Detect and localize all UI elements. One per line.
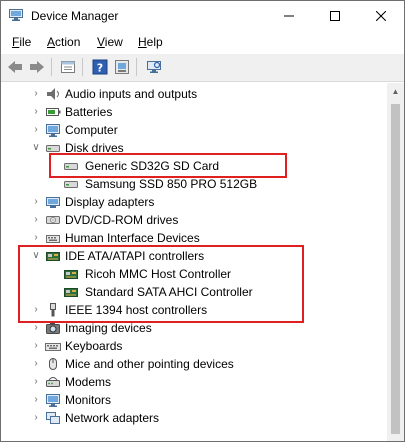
update-driver-button[interactable] bbox=[113, 58, 131, 76]
properties-icon bbox=[61, 61, 75, 73]
tree-item-modems[interactable]: › Modems bbox=[1, 373, 387, 391]
tree-item-label: DVD/CD-ROM drives bbox=[65, 213, 179, 227]
device-manager-window: Device Manager File Action View Help ? ›… bbox=[0, 0, 405, 442]
device-tree[interactable]: › Audio inputs and outputs › Batteries ›… bbox=[1, 83, 387, 441]
highlight-box-sd-card bbox=[49, 153, 287, 178]
tree-item-dvd-drives[interactable]: › DVD/CD-ROM drives bbox=[1, 211, 387, 229]
keyboard-icon bbox=[45, 343, 61, 351]
tree-item-batteries[interactable]: › Batteries bbox=[1, 103, 387, 121]
tree-item-monitors[interactable]: › Monitors bbox=[1, 391, 387, 409]
close-icon bbox=[376, 11, 386, 21]
tree-item-label: Imaging devices bbox=[65, 321, 152, 335]
menu-action-rest: ction bbox=[55, 35, 81, 49]
chevron-right-icon[interactable]: › bbox=[31, 88, 41, 100]
monitor-icon bbox=[46, 394, 60, 407]
computer-icon bbox=[46, 124, 60, 137]
chevron-right-icon[interactable]: › bbox=[31, 340, 41, 352]
svg-text:?: ? bbox=[97, 62, 103, 75]
mouse-icon bbox=[49, 358, 57, 370]
display-icon bbox=[46, 197, 60, 208]
chevron-right-icon[interactable]: › bbox=[31, 412, 41, 424]
chevron-right-icon[interactable]: › bbox=[31, 394, 41, 406]
chevron-right-icon[interactable]: › bbox=[31, 214, 41, 226]
tree-item-mice[interactable]: › Mice and other pointing devices bbox=[1, 355, 387, 373]
battery-icon bbox=[46, 108, 61, 116]
maximize-button[interactable] bbox=[312, 1, 358, 31]
tree-item-label: Network adapters bbox=[65, 411, 160, 425]
toolbar-separator bbox=[51, 58, 52, 76]
menu-file[interactable]: File bbox=[11, 35, 32, 49]
tree-item-label: Keyboards bbox=[65, 339, 123, 353]
tree-item-keyboards[interactable]: › Keyboards bbox=[1, 337, 387, 355]
forward-button[interactable] bbox=[28, 58, 46, 76]
tree-item-display-adapters[interactable]: › Display adapters bbox=[1, 193, 387, 211]
dvd-icon bbox=[46, 216, 60, 224]
hid-icon bbox=[46, 235, 60, 243]
update-driver-icon bbox=[115, 60, 129, 74]
scroll-up-arrow-icon[interactable]: ▲ bbox=[387, 83, 404, 100]
toolbar-separator bbox=[82, 58, 83, 76]
chevron-right-icon[interactable]: › bbox=[31, 376, 41, 388]
tree-item-label: Batteries bbox=[65, 105, 113, 119]
back-button[interactable] bbox=[6, 58, 24, 76]
highlight-box-ide-controllers bbox=[18, 245, 304, 323]
close-button[interactable] bbox=[358, 1, 404, 31]
menu-help[interactable]: Help bbox=[137, 35, 164, 49]
menu-help-mnemonic: H bbox=[138, 35, 147, 49]
network-icon bbox=[46, 412, 60, 424]
vertical-scrollbar[interactable]: ▲ bbox=[387, 83, 404, 441]
toolbar-separator bbox=[136, 58, 137, 76]
help-button[interactable]: ? bbox=[91, 58, 109, 76]
help-icon: ? bbox=[92, 59, 108, 75]
tree-item-label: Computer bbox=[65, 123, 118, 137]
properties-button[interactable] bbox=[59, 58, 77, 76]
chevron-right-icon[interactable]: › bbox=[31, 124, 41, 136]
tree-item-label: Display adapters bbox=[65, 195, 155, 209]
menu-view[interactable]: View bbox=[96, 35, 124, 49]
back-arrow-icon bbox=[8, 61, 22, 73]
tree-item-label: Samsung SSD 850 PRO 512GB bbox=[85, 177, 258, 191]
menu-bar: File Action View Help bbox=[1, 31, 404, 53]
scrollbar-thumb[interactable] bbox=[391, 104, 400, 434]
toolbar: ? bbox=[1, 54, 404, 82]
disk-drive-icon bbox=[64, 181, 78, 188]
maximize-icon bbox=[330, 11, 340, 21]
tree-item-computer[interactable]: › Computer bbox=[1, 121, 387, 139]
tree-item-label: Modems bbox=[65, 375, 112, 389]
title-bar: Device Manager bbox=[1, 1, 404, 31]
menu-help-rest: elp bbox=[146, 35, 163, 49]
tree-item-label: Mice and other pointing devices bbox=[65, 357, 234, 371]
tree-item-label: Human Interface Devices bbox=[65, 231, 200, 245]
chevron-right-icon[interactable]: › bbox=[31, 196, 41, 208]
tree-item-label: Monitors bbox=[65, 393, 112, 407]
chevron-right-icon[interactable]: › bbox=[31, 106, 41, 118]
window-title: Device Manager bbox=[31, 9, 119, 23]
tree-item-network-adapters[interactable]: › Network adapters bbox=[1, 409, 387, 427]
menu-file-rest: ile bbox=[19, 35, 32, 49]
tree-item-label: Audio inputs and outputs bbox=[65, 87, 198, 101]
menu-view-mnemonic: V bbox=[97, 35, 105, 49]
menu-action-mnemonic: A bbox=[47, 35, 56, 49]
scan-hardware-icon bbox=[147, 61, 161, 73]
forward-arrow-icon bbox=[30, 61, 44, 73]
chevron-right-icon[interactable]: › bbox=[31, 232, 41, 244]
device-manager-app-icon bbox=[9, 9, 23, 21]
minimize-button[interactable] bbox=[266, 1, 312, 31]
scan-hardware-button[interactable] bbox=[145, 58, 163, 76]
minimize-icon bbox=[284, 15, 294, 17]
chevron-down-icon[interactable]: ∨ bbox=[31, 142, 41, 154]
chevron-right-icon[interactable]: › bbox=[31, 358, 41, 370]
tree-item-audio[interactable]: › Audio inputs and outputs bbox=[1, 85, 387, 103]
chevron-right-icon[interactable]: › bbox=[31, 322, 41, 334]
audio-icon bbox=[47, 88, 59, 100]
modem-icon bbox=[46, 377, 60, 387]
menu-view-rest: iew bbox=[104, 35, 123, 49]
menu-action[interactable]: Action bbox=[46, 35, 81, 49]
